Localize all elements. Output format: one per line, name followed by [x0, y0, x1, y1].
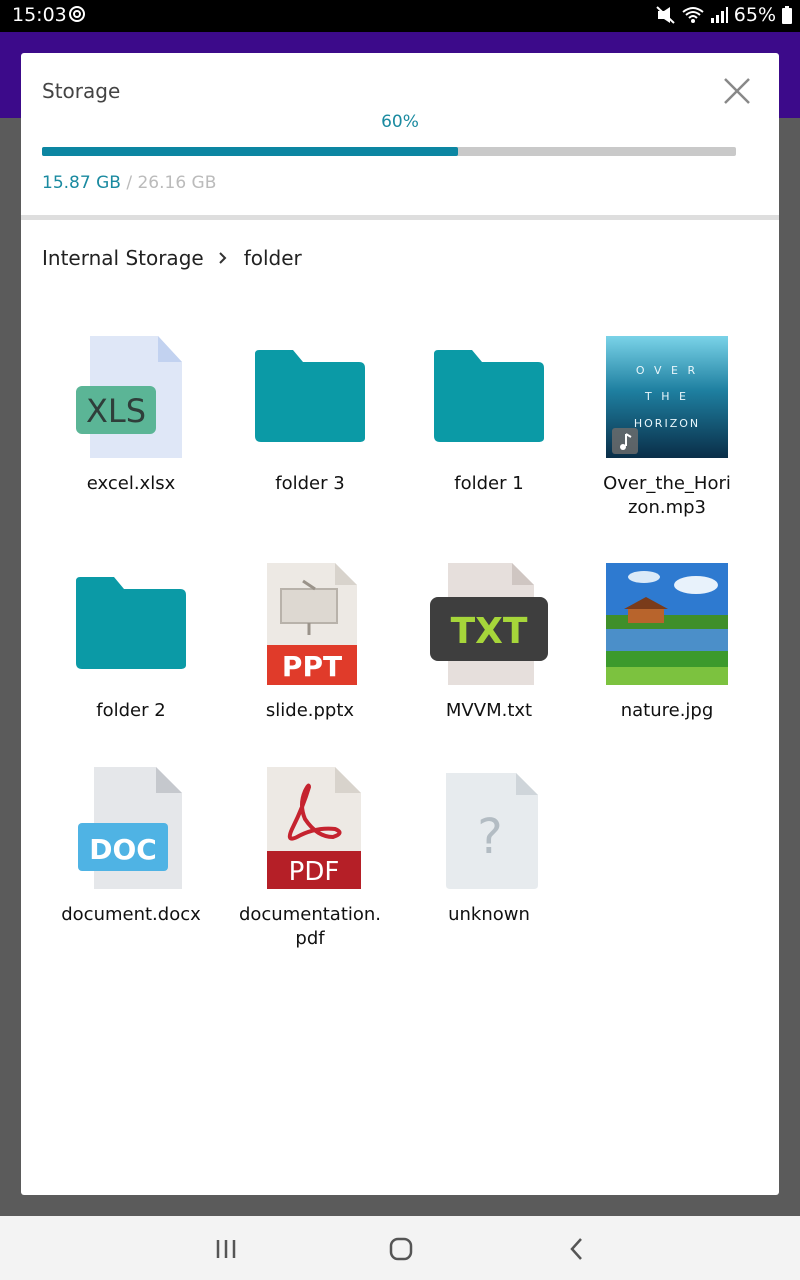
battery-icon	[782, 6, 792, 24]
file-name: unknown	[448, 904, 530, 925]
breadcrumb-folder[interactable]: folder	[244, 246, 302, 270]
svg-text:TXT: TXT	[451, 611, 528, 652]
svg-text:PDF: PDF	[289, 857, 340, 887]
dialog-title: Storage	[42, 79, 121, 103]
file-name: MVVM.txt	[445, 700, 533, 721]
back-icon[interactable]	[562, 1234, 592, 1264]
navigation-bar	[0, 1216, 800, 1280]
svg-text:?: ?	[477, 809, 502, 865]
storage-percent: 60%	[381, 112, 419, 132]
svg-text:DOC: DOC	[89, 833, 157, 866]
storage-progress-fill	[42, 147, 459, 156]
file-name: nature.jpg	[620, 700, 714, 721]
sync-icon	[69, 6, 85, 22]
status-time: 15:03	[12, 4, 67, 26]
svg-text:PPT: PPT	[282, 650, 342, 683]
battery-percent: 65%	[733, 4, 776, 26]
file-name: folder 2	[96, 700, 166, 721]
home-icon[interactable]	[386, 1234, 416, 1264]
storage-dialog: Storage 60% 15.87 GB / 26.16 GB Internal…	[21, 53, 779, 1195]
divider	[21, 215, 779, 220]
xls-file-icon: XLS	[76, 336, 182, 458]
mute-icon	[656, 6, 675, 24]
breadcrumb-internal-storage[interactable]: Internal Storage	[42, 246, 204, 270]
unknown-file-icon: ?	[446, 773, 538, 889]
folder-icon	[76, 577, 186, 669]
signal-icon	[710, 7, 728, 23]
chevron-right-icon	[218, 252, 227, 264]
breadcrumb: Internal Storage folder	[42, 246, 302, 270]
usage-separator: /	[126, 173, 133, 193]
ppt-file-icon: PPT	[267, 563, 357, 685]
recent-apps-icon[interactable]	[211, 1234, 241, 1264]
svg-text:XLS: XLS	[86, 392, 146, 430]
pdf-file-icon: PDF	[267, 767, 361, 889]
status-bar: 15:03 65%	[0, 0, 800, 32]
status-right: 65%	[656, 4, 792, 26]
svg-text:O V E R: O V E R	[636, 364, 698, 377]
folder-icon	[434, 350, 544, 442]
file-name: Over_the_Hori zon.mp3	[603, 473, 731, 518]
storage-progress-bar	[42, 147, 736, 156]
total-space: 26.16 GB	[137, 173, 217, 193]
audio-thumbnail: O V E R T H E HORIZON	[606, 336, 728, 458]
doc-file-icon: DOC	[78, 767, 182, 889]
file-name: excel.xlsx	[86, 473, 176, 494]
close-icon[interactable]	[721, 75, 753, 107]
svg-text:HORIZON: HORIZON	[634, 417, 700, 430]
folder-icon	[255, 350, 365, 442]
file-name: folder 3	[275, 473, 345, 494]
file-name: documentation. pdf	[238, 904, 382, 949]
txt-file-icon: TXT	[430, 563, 548, 685]
file-name: folder 1	[454, 473, 524, 494]
svg-text:T H E: T H E	[644, 390, 689, 403]
wifi-icon	[682, 7, 704, 23]
file-name: document.docx	[61, 904, 201, 925]
used-space: 15.87 GB	[42, 173, 121, 193]
image-thumbnail	[606, 563, 728, 685]
storage-usage: 15.87 GB / 26.16 GB	[42, 173, 216, 193]
file-name: slide.pptx	[265, 700, 355, 721]
